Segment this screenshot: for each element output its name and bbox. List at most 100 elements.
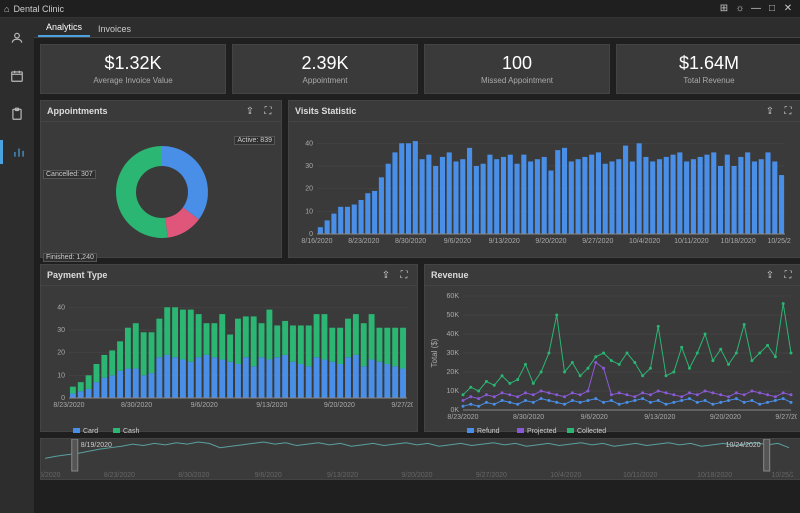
svg-text:8/23/2020: 8/23/2020: [104, 472, 135, 479]
svg-text:10/4/2020: 10/4/2020: [550, 472, 581, 479]
svg-text:Projected: Projected: [527, 428, 557, 435]
svg-text:0: 0: [61, 395, 65, 402]
svg-text:10/11/2020: 10/11/2020: [674, 238, 709, 245]
timeline[interactable]: 8/19/202010/24/20208/16/20208/23/20208/3…: [40, 438, 800, 480]
svg-text:30: 30: [57, 327, 65, 334]
svg-text:9/13/2020: 9/13/2020: [644, 414, 675, 421]
svg-text:20: 20: [305, 186, 313, 193]
svg-text:9/6/2020: 9/6/2020: [581, 414, 608, 421]
maximize-button[interactable]: □: [764, 2, 780, 16]
metric-missed: 100Missed Appointment: [424, 44, 610, 94]
donut-chart: Active: 839 Cancelled: 307 Finished: 1,2…: [41, 122, 281, 264]
tabs: Analytics Invoices: [34, 18, 800, 38]
svg-text:9/6/2020: 9/6/2020: [255, 472, 282, 479]
svg-text:9/20/2020: 9/20/2020: [535, 238, 566, 245]
donut-label-finished: Finished: 1,240: [43, 253, 97, 262]
expand-icon[interactable]: ⛶: [781, 268, 795, 282]
svg-text:8/30/2020: 8/30/2020: [513, 414, 544, 421]
app-icon: ⌂: [4, 4, 9, 14]
svg-text:60K: 60K: [447, 293, 460, 300]
svg-text:8/30/2020: 8/30/2020: [121, 402, 152, 409]
svg-text:50K: 50K: [447, 312, 460, 319]
visits-chart: 0 10 20 30 40 8/16/2020 8/23/2020 8/30/2020 9/6/…: [289, 122, 800, 264]
sidebar-item-user[interactable]: [0, 26, 34, 50]
panel-title: Payment Type: [47, 270, 107, 280]
panel-appointments: Appointments ⇪ ⛶ Active: 839 Cancelled: 30…: [40, 100, 282, 258]
panel-title: Revenue: [431, 270, 469, 280]
svg-text:10/18/2020: 10/18/2020: [721, 238, 756, 245]
svg-text:9/27/2020: 9/27/2020: [775, 414, 797, 421]
svg-text:8/30/2020: 8/30/2020: [178, 472, 209, 479]
sidebar: [0, 18, 34, 513]
svg-text:8/23/2020: 8/23/2020: [53, 402, 84, 409]
metric-appointment: 2.39KAppointment: [232, 44, 418, 94]
panel-payment-type: Payment Type ⇪ ⛶ 0 10 20 30 40 8/23/2020 8/30/20…: [40, 264, 418, 432]
svg-text:10: 10: [305, 208, 313, 215]
svg-text:30: 30: [305, 163, 313, 170]
donut-label-active: Active: 839: [234, 136, 275, 145]
expand-icon[interactable]: ⛶: [781, 104, 795, 118]
metric-avg-invoice: $1.32KAverage Invoice Value: [40, 44, 226, 94]
panel-title: Appointments: [47, 106, 108, 116]
sidebar-item-clipboard[interactable]: [0, 102, 34, 126]
minimize-button[interactable]: —: [748, 2, 764, 16]
svg-text:9/13/2020: 9/13/2020: [327, 472, 358, 479]
export-icon[interactable]: ⇪: [763, 268, 777, 282]
svg-text:9/27/2020: 9/27/2020: [582, 238, 613, 245]
svg-text:40: 40: [57, 304, 65, 311]
svg-text:Total ($): Total ($): [430, 338, 439, 367]
svg-text:8/19/2020: 8/19/2020: [81, 442, 112, 449]
payment-chart: 0 10 20 30 40 8/23/2020 8/30/2020 9/6/2020 9/13/…: [41, 286, 417, 440]
donut-label-cancelled: Cancelled: 307: [43, 170, 96, 179]
export-icon[interactable]: ⇪: [763, 104, 777, 118]
svg-text:9/13/2020: 9/13/2020: [489, 238, 520, 245]
svg-text:0: 0: [309, 231, 313, 238]
svg-text:8/23/2020: 8/23/2020: [447, 414, 478, 421]
close-button[interactable]: ✕: [780, 2, 796, 16]
svg-text:20K: 20K: [447, 369, 460, 376]
svg-text:9/6/2020: 9/6/2020: [444, 238, 471, 245]
metrics-row: $1.32KAverage Invoice Value 2.39KAppoint…: [34, 38, 800, 100]
svg-text:8/23/2020: 8/23/2020: [348, 238, 379, 245]
tab-analytics[interactable]: Analytics: [38, 19, 90, 37]
sidebar-item-calendar[interactable]: [0, 64, 34, 88]
svg-text:9/27/2020: 9/27/2020: [391, 402, 413, 409]
svg-text:Collected: Collected: [577, 428, 606, 435]
svg-text:10/25/2020: 10/25/2020: [771, 472, 793, 479]
grid-icon[interactable]: ⊞: [716, 2, 732, 16]
svg-text:9/13/2020: 9/13/2020: [256, 402, 287, 409]
svg-text:10K: 10K: [447, 388, 460, 395]
revenue-chart: 0K10K20K30K40K50K60KTotal ($)8/23/20208/…: [425, 286, 800, 440]
svg-text:10/24/2020: 10/24/2020: [726, 442, 761, 449]
sidebar-item-analytics[interactable]: [0, 140, 34, 164]
svg-text:20: 20: [57, 350, 65, 357]
svg-text:9/20/2020: 9/20/2020: [401, 472, 432, 479]
svg-text:9/27/2020: 9/27/2020: [476, 472, 507, 479]
expand-icon[interactable]: ⛶: [397, 268, 411, 282]
expand-icon[interactable]: ⛶: [261, 104, 275, 118]
panel-visits: Visits Statistic ⇪ ⛶ 0 10 20 30 40 8/16/2020 8/2…: [288, 100, 800, 258]
metric-total-revenue: $1.64MTotal Revenue: [616, 44, 800, 94]
svg-text:Cash: Cash: [123, 428, 139, 435]
svg-text:Card: Card: [83, 428, 98, 435]
svg-text:30K: 30K: [447, 350, 460, 357]
svg-text:10/4/2020: 10/4/2020: [629, 238, 660, 245]
svg-text:40: 40: [305, 140, 313, 147]
export-icon[interactable]: ⇪: [379, 268, 393, 282]
svg-text:8/30/2020: 8/30/2020: [395, 238, 426, 245]
app-title: Dental Clinic: [13, 4, 64, 14]
svg-text:0K: 0K: [450, 407, 459, 414]
panel-title: Visits Statistic: [295, 106, 356, 116]
svg-text:10/11/2020: 10/11/2020: [623, 472, 658, 479]
svg-text:9/20/2020: 9/20/2020: [324, 402, 355, 409]
theme-icon[interactable]: ☼: [732, 2, 748, 16]
svg-text:10: 10: [57, 372, 65, 379]
svg-text:9/6/2020: 9/6/2020: [191, 402, 218, 409]
export-icon[interactable]: ⇪: [243, 104, 257, 118]
panel-revenue: Revenue⇪⛶ 0K10K20K30K40K50K60KTotal ($)8…: [424, 264, 800, 432]
tab-invoices[interactable]: Invoices: [90, 21, 139, 37]
svg-text:Refund: Refund: [477, 428, 500, 435]
svg-text:10/18/2020: 10/18/2020: [697, 472, 732, 479]
svg-text:9/20/2020: 9/20/2020: [710, 414, 741, 421]
svg-text:8/16/2020: 8/16/2020: [301, 238, 332, 245]
